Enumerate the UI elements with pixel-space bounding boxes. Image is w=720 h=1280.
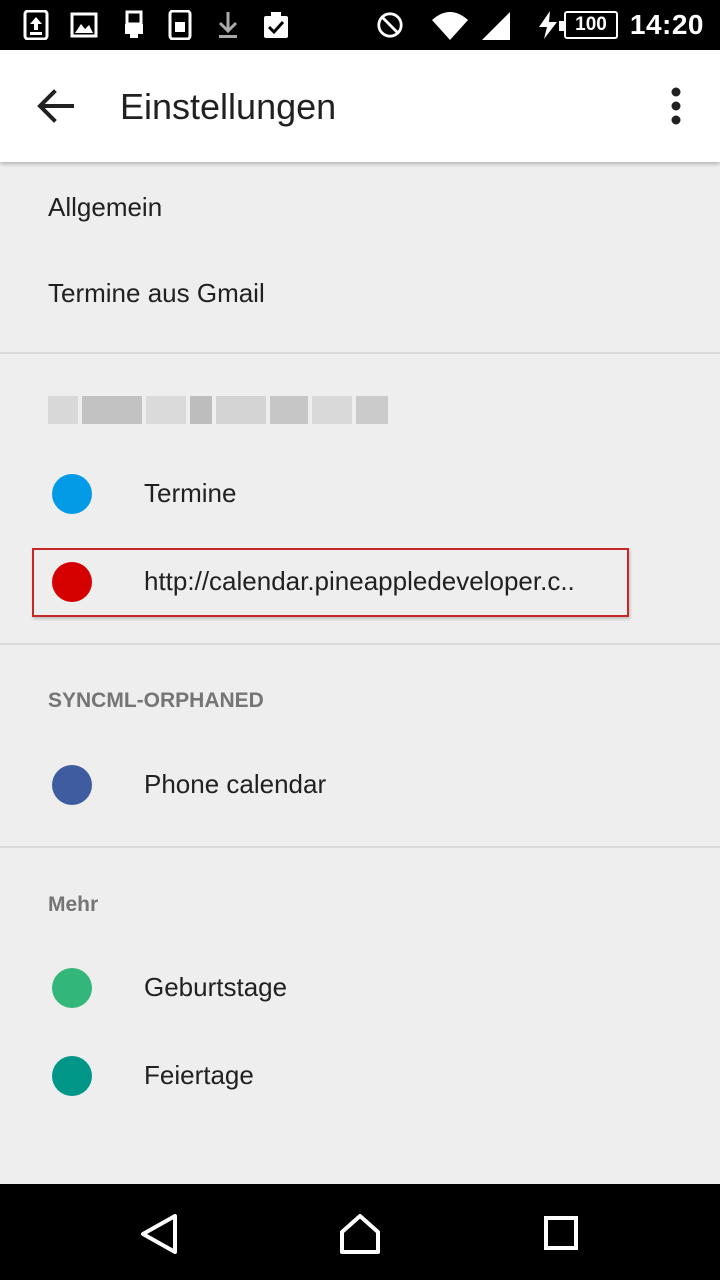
- battery-level: 100: [559, 11, 618, 39]
- status-bar: 100 14:20: [0, 0, 720, 50]
- usb-icon: [125, 10, 143, 38]
- calendar-color-dot: [52, 765, 92, 805]
- calendar-label: Geburtstage: [144, 972, 288, 1002]
- calendar-label: Feiertage: [144, 1060, 254, 1090]
- upload-notification-icon: [23, 10, 49, 40]
- calendar-item-phone[interactable]: Phone calendar: [0, 749, 720, 821]
- general-settings-item[interactable]: Allgemein: [48, 192, 162, 223]
- calendar-color-dot: [52, 474, 92, 514]
- cell-signal-icon: [482, 12, 510, 40]
- section-header-syncml: SYNCML-ORPHANED: [48, 689, 264, 712]
- calendar-item-birthdays[interactable]: Geburtstage: [0, 952, 720, 1024]
- calendar-item-termine[interactable]: Termine: [0, 458, 720, 530]
- sim-icon: [168, 10, 192, 40]
- recents-icon[interactable]: [533, 1206, 589, 1262]
- charging-icon: [539, 11, 557, 39]
- app-bar: Einstellungen: [0, 50, 720, 162]
- arrow-back-icon[interactable]: [26, 76, 86, 136]
- blurred-account-name: [48, 396, 388, 424]
- calendar-color-dot: [52, 1056, 92, 1096]
- highlight-box: [32, 548, 629, 617]
- clipboard-check-icon: [264, 12, 288, 38]
- settings-list: Allgemein Termine aus Gmail Termine http…: [0, 162, 720, 1184]
- page-title: Einstellungen: [120, 86, 337, 127]
- divider: [0, 643, 720, 645]
- back-triangle-icon[interactable]: [131, 1206, 187, 1262]
- gmail-events-item[interactable]: Termine aus Gmail: [48, 278, 265, 309]
- calendar-color-dot: [52, 968, 92, 1008]
- home-icon[interactable]: [332, 1206, 388, 1262]
- download-icon: [218, 12, 238, 38]
- calendar-label: Termine: [144, 478, 237, 508]
- more-vert-icon[interactable]: [650, 76, 702, 136]
- do-not-disturb-icon: [377, 12, 403, 38]
- divider: [0, 352, 720, 354]
- calendar-item-holidays[interactable]: Feiertage: [0, 1040, 720, 1112]
- calendar-label: Phone calendar: [144, 769, 327, 799]
- image-icon: [70, 12, 98, 38]
- wifi-icon: [432, 12, 468, 40]
- section-header-more: Mehr: [48, 893, 99, 916]
- navigation-bar: [0, 1184, 720, 1280]
- status-time: 14:20: [629, 9, 704, 40]
- divider: [0, 846, 720, 848]
